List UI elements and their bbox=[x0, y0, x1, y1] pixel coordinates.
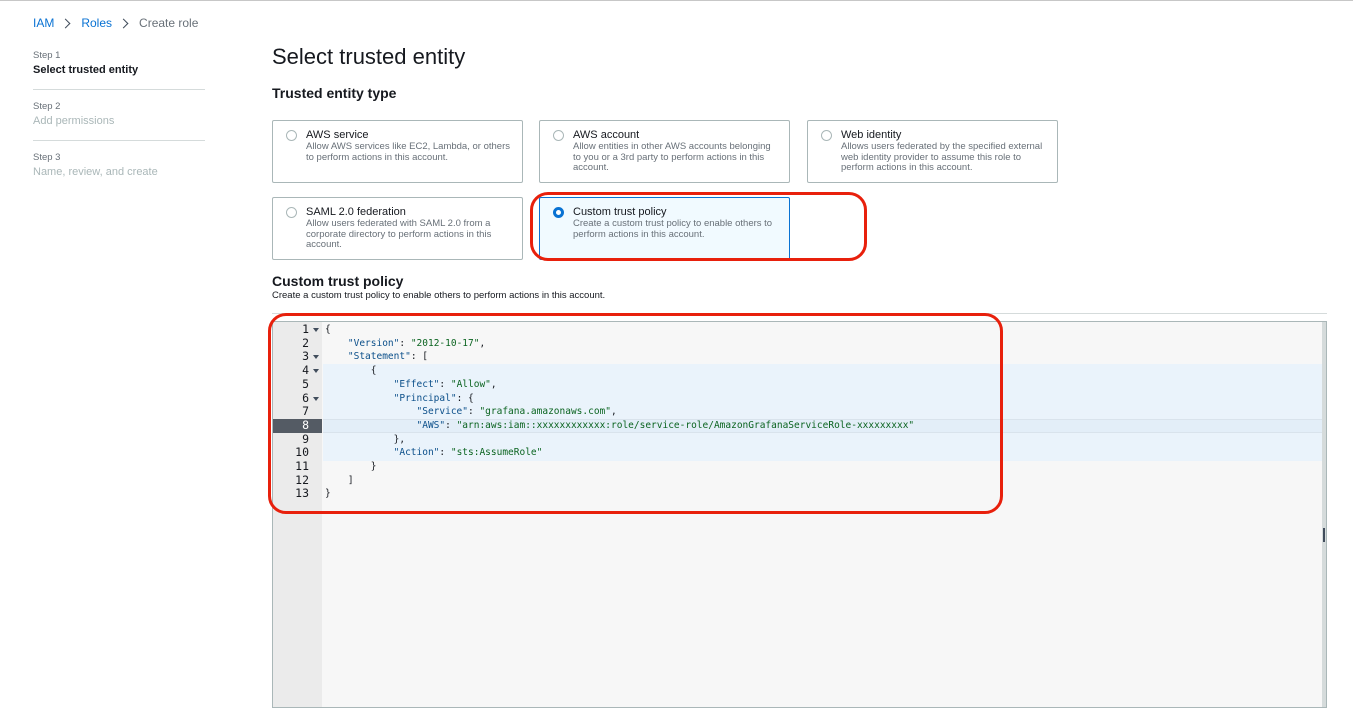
code-line: } bbox=[325, 488, 331, 500]
step-3: Step 3 Name, review, and create bbox=[33, 152, 205, 191]
line-number: 7 bbox=[302, 404, 309, 419]
step-number: Step 3 bbox=[33, 152, 61, 163]
custom-trust-policy-heading: Custom trust policy bbox=[272, 273, 404, 289]
breadcrumb-current: Create role bbox=[139, 16, 199, 30]
line-number-active: 8 bbox=[273, 418, 322, 433]
line-number: 13 bbox=[295, 486, 309, 501]
code-line: } bbox=[325, 461, 377, 472]
code-line: }, bbox=[325, 433, 406, 445]
code-line: ] bbox=[325, 474, 354, 486]
divider bbox=[272, 313, 1327, 314]
breadcrumb-iam[interactable]: IAM bbox=[33, 16, 54, 30]
fold-arrow-icon[interactable] bbox=[313, 369, 319, 374]
fold-arrow-icon[interactable] bbox=[313, 396, 319, 401]
code-line-active: "AWS": "arn:aws:iam::xxxxxxxxxxxx:role/s… bbox=[416, 419, 915, 431]
code-line: "Effect": "Allow", bbox=[393, 378, 497, 390]
code-line: { bbox=[325, 365, 377, 377]
line-number: 2 bbox=[302, 335, 309, 350]
policy-code-editor[interactable]: 1 2 3 4 5 6 7 8 9 10 11 12 13 { "Version… bbox=[272, 321, 1327, 708]
custom-trust-policy-description: Create a custom trust policy to enable o… bbox=[272, 290, 606, 301]
code-line: "Statement": [ bbox=[347, 351, 428, 363]
radio-button[interactable] bbox=[821, 130, 832, 141]
chevron-right-icon bbox=[118, 18, 129, 28]
code-line: "Action": "sts:AssumeRole" bbox=[393, 447, 543, 459]
line-number: 5 bbox=[302, 376, 309, 391]
line-number: 4 bbox=[273, 363, 322, 378]
tile-description: Allows users federated by the specified … bbox=[841, 141, 1043, 173]
tile-description: Allow entities in other AWS accounts bel… bbox=[573, 141, 771, 173]
tile-description: Allow AWS services like EC2, Lambda, or … bbox=[306, 141, 510, 163]
line-number: 1 bbox=[273, 322, 322, 337]
code-line: { bbox=[325, 324, 331, 335]
tile-aws-account[interactable]: AWS account Allow entities in other AWS … bbox=[539, 120, 790, 183]
line-number: 11 bbox=[295, 459, 309, 473]
step-title: Name, review, and create bbox=[33, 166, 158, 178]
code-line: "Version": "2012-10-17", bbox=[347, 337, 486, 349]
line-number: 9 bbox=[302, 431, 309, 446]
tile-web-identity[interactable]: Web identity Allows users federated by t… bbox=[807, 120, 1058, 183]
step-number: Step 2 bbox=[33, 101, 61, 112]
breadcrumb-roles[interactable]: Roles bbox=[81, 16, 112, 30]
tile-description: Create a custom trust policy to enable o… bbox=[573, 218, 773, 240]
fold-arrow-icon[interactable] bbox=[313, 328, 319, 332]
wizard-steps: Step 1 Select trusted entity Step 2 Add … bbox=[33, 50, 205, 202]
line-number: 12 bbox=[295, 472, 309, 487]
step-number: Step 1 bbox=[33, 50, 61, 61]
step-2: Step 2 Add permissions bbox=[33, 101, 205, 141]
tile-description: Allow users federated with SAML 2.0 from… bbox=[306, 218, 492, 250]
radio-button[interactable] bbox=[553, 130, 564, 141]
step-title: Add permissions bbox=[33, 115, 115, 127]
line-number: 3 bbox=[273, 350, 322, 364]
top-divider bbox=[0, 0, 1353, 1]
trusted-entity-type-heading: Trusted entity type bbox=[272, 85, 397, 101]
editor-scrollbar[interactable] bbox=[1322, 322, 1326, 707]
code-line: "Service": "grafana.amazonaws.com", bbox=[416, 406, 617, 418]
code-line: "Principal": { bbox=[393, 392, 474, 404]
radio-button-selected[interactable] bbox=[553, 207, 564, 218]
line-number: 6 bbox=[273, 391, 322, 406]
line-number: 10 bbox=[295, 445, 309, 460]
radio-button[interactable] bbox=[286, 207, 297, 218]
fold-arrow-icon[interactable] bbox=[313, 355, 319, 360]
chevron-right-icon bbox=[60, 18, 71, 28]
tile-saml-federation[interactable]: SAML 2.0 federation Allow users federate… bbox=[272, 197, 523, 260]
step-1: Step 1 Select trusted entity bbox=[33, 50, 205, 90]
resize-handle-icon[interactable] bbox=[1323, 528, 1325, 542]
page-title: Select trusted entity bbox=[272, 44, 466, 69]
tile-aws-service[interactable]: AWS service Allow AWS services like EC2,… bbox=[272, 120, 523, 183]
tile-custom-trust-policy[interactable]: Custom trust policy Create a custom trus… bbox=[539, 197, 790, 260]
radio-button[interactable] bbox=[286, 130, 297, 141]
breadcrumb: IAM Roles Create role bbox=[33, 16, 198, 30]
step-title: Select trusted entity bbox=[33, 64, 139, 76]
